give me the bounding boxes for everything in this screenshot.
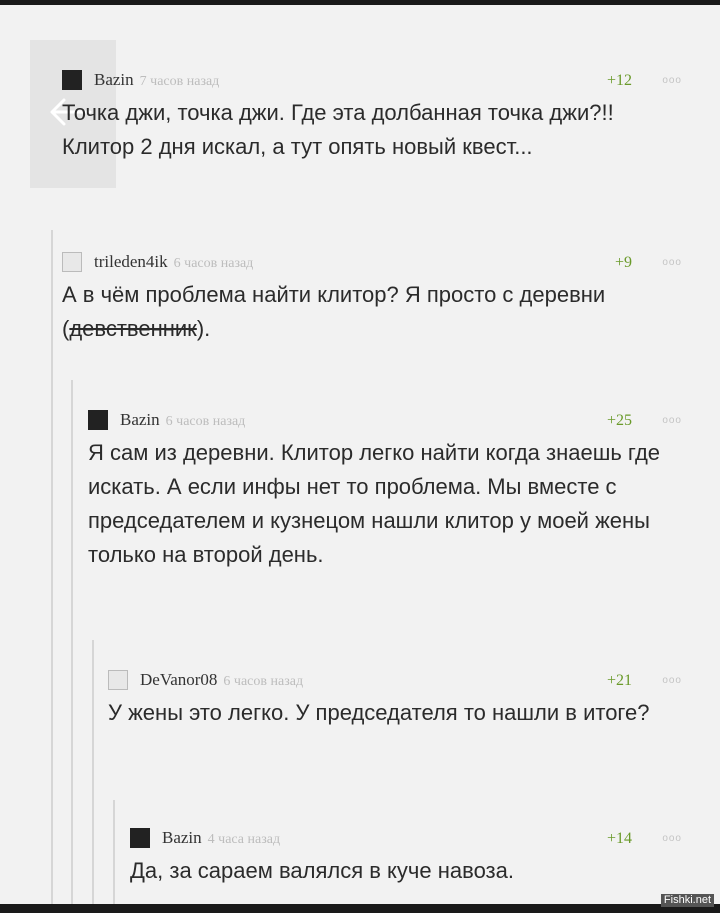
username[interactable]: trileden4ik 6 часов назад <box>94 252 253 272</box>
top-border <box>0 0 720 5</box>
comment: Bazin 7 часов назад +12 ooo Точка джи, то… <box>62 66 682 164</box>
avatar[interactable] <box>130 828 150 848</box>
strikethrough-text: девственник <box>69 316 197 341</box>
comment-header: Bazin 4 часа назад +14 ooo <box>130 824 682 854</box>
avatar[interactable] <box>62 252 82 272</box>
comment-text: Точка джи, точка джи. Где эта долбанная … <box>62 100 614 159</box>
avatar[interactable] <box>108 670 128 690</box>
username[interactable]: Bazin 7 часов назад <box>94 70 219 90</box>
comment-header: Bazin 7 часов назад +12 ooo <box>62 66 682 96</box>
comment: Bazin 4 часа назад +14 ooo Да, за сараем … <box>130 824 682 888</box>
avatar[interactable] <box>88 410 108 430</box>
avatar[interactable] <box>62 70 82 90</box>
comment-score: +12 <box>606 72 632 89</box>
comment-score: +9 <box>614 254 632 271</box>
comment: DeVanor08 6 часов назад +21 ooo У жены эт… <box>108 666 682 730</box>
bottom-border <box>0 904 720 913</box>
comment-header: Bazin 6 часов назад +25 ooo <box>88 406 682 436</box>
comment-text: Я сам из деревни. Клитор легко найти ког… <box>88 440 661 567</box>
watermark: Fishki.net <box>660 894 714 907</box>
comment-score: +21 <box>606 672 632 689</box>
thread-line <box>92 640 94 910</box>
more-options-icon[interactable]: ooo <box>662 415 682 426</box>
username[interactable]: DeVanor08 6 часов назад <box>140 670 303 690</box>
comment-text: Да, за сараем валялся в куче навоза. <box>130 858 514 883</box>
timestamp: 6 часов назад <box>165 414 246 429</box>
timestamp: 6 часов назад <box>173 256 254 271</box>
comment: trileden4ik 6 часов назад +9 ooo А в чём … <box>62 248 682 346</box>
comment-score: +14 <box>606 830 632 847</box>
comment-text: У жены это легко. У председателя то нашл… <box>108 700 650 725</box>
comment-header: trileden4ik 6 часов назад +9 ooo <box>62 248 682 278</box>
comment-header: DeVanor08 6 часов назад +21 ooo <box>108 666 682 696</box>
timestamp: 6 часов назад <box>223 674 304 689</box>
timestamp: 4 часа назад <box>207 832 281 847</box>
comment: Bazin 6 часов назад +25 ooo Я сам из дере… <box>88 406 682 572</box>
thread-line <box>113 800 115 910</box>
comment-text: А в чём проблема найти клитор? Я просто … <box>62 282 606 341</box>
username[interactable]: Bazin 6 часов назад <box>120 410 245 430</box>
thread-line <box>71 380 73 910</box>
username[interactable]: Bazin 4 часа назад <box>162 828 280 848</box>
more-options-icon[interactable]: ooo <box>662 833 682 844</box>
timestamp: 7 часов назад <box>139 74 220 89</box>
thread-line <box>51 230 53 910</box>
more-options-icon[interactable]: ooo <box>662 675 682 686</box>
comment-score: +25 <box>606 412 632 429</box>
more-options-icon[interactable]: ooo <box>662 75 682 86</box>
more-options-icon[interactable]: ooo <box>662 257 682 268</box>
